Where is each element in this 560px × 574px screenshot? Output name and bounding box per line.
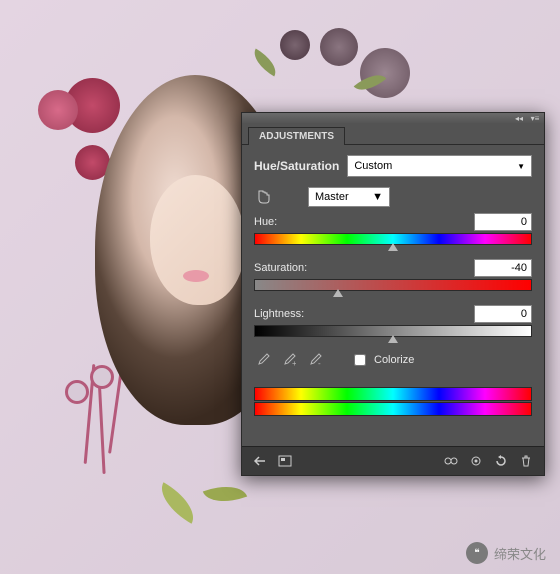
previous-state-icon[interactable] xyxy=(466,452,486,470)
flower-decor xyxy=(38,90,78,130)
saturation-slider[interactable] xyxy=(254,279,532,291)
leaf-decor xyxy=(153,482,203,524)
colorize-checkbox[interactable] xyxy=(354,354,366,366)
eyedropper-subtract-icon[interactable]: - xyxy=(306,351,324,369)
svg-text:-: - xyxy=(318,359,321,367)
colorize-label: Colorize xyxy=(374,354,414,366)
hue-slider-thumb[interactable] xyxy=(388,243,398,251)
lightness-label: Lightness: xyxy=(254,308,304,320)
expanded-view-icon[interactable] xyxy=(275,452,295,470)
panel-menu-icon[interactable]: ▾≡ xyxy=(530,114,540,122)
leaf-decor xyxy=(203,478,247,510)
eyedropper-icon[interactable] xyxy=(254,351,272,369)
hue-input[interactable]: 0 xyxy=(474,213,532,231)
portrait-lips xyxy=(183,270,209,282)
flower-decor xyxy=(320,28,358,66)
channel-value: Master xyxy=(315,191,349,203)
panel-body: Hue/Saturation Custom ▼ Master ▼ Hue: 0 xyxy=(242,145,544,446)
lightness-input[interactable]: 0 xyxy=(474,305,532,323)
svg-text:+: + xyxy=(292,359,296,367)
bulb-decor xyxy=(90,365,114,389)
hue-slider[interactable] xyxy=(254,233,532,245)
hue-label: Hue: xyxy=(254,216,277,228)
preset-value: Custom xyxy=(354,160,392,172)
preset-select[interactable]: Custom ▼ xyxy=(347,155,532,177)
collapse-icon[interactable]: ◂◂ xyxy=(514,114,524,122)
saturation-slider-thumb[interactable] xyxy=(333,289,343,297)
clip-to-layer-icon[interactable] xyxy=(441,452,461,470)
leaf-decor xyxy=(248,49,281,77)
channel-select[interactable]: Master ▼ xyxy=(308,187,390,207)
colorize-checkbox-row[interactable]: Colorize xyxy=(350,351,414,369)
flower-decor xyxy=(280,30,310,60)
output-spectrum xyxy=(254,402,532,416)
watermark-text: 缔荣文化 xyxy=(494,544,546,563)
input-spectrum[interactable] xyxy=(254,387,532,401)
back-icon[interactable] xyxy=(250,452,270,470)
eyedropper-add-icon[interactable]: + xyxy=(280,351,298,369)
delete-icon[interactable] xyxy=(516,452,536,470)
wechat-icon: ❝ xyxy=(466,542,488,564)
adjustments-panel: ◂◂ ▾≡ ADJUSTMENTS Hue/Saturation Custom … xyxy=(241,112,545,476)
saturation-input[interactable]: -40 xyxy=(474,259,532,277)
lightness-slider-thumb[interactable] xyxy=(388,335,398,343)
lightness-slider[interactable] xyxy=(254,325,532,337)
targeted-adjustment-icon[interactable] xyxy=(254,187,274,207)
panel-header[interactable]: ◂◂ ▾≡ xyxy=(242,113,544,123)
reset-icon[interactable] xyxy=(491,452,511,470)
tab-bar: ADJUSTMENTS xyxy=(242,123,544,145)
watermark: ❝ 缔荣文化 xyxy=(466,542,546,564)
saturation-label: Saturation: xyxy=(254,262,307,274)
color-range-display xyxy=(254,387,532,416)
flower-decor xyxy=(360,48,410,98)
tab-adjustments[interactable]: ADJUSTMENTS xyxy=(248,127,345,145)
bulb-decor xyxy=(65,380,89,404)
chevron-down-icon: ▼ xyxy=(372,191,383,203)
chevron-down-icon: ▼ xyxy=(517,162,525,171)
portrait-face xyxy=(150,175,245,305)
panel-footer xyxy=(242,446,544,475)
adjustment-title: Hue/Saturation xyxy=(254,159,339,173)
